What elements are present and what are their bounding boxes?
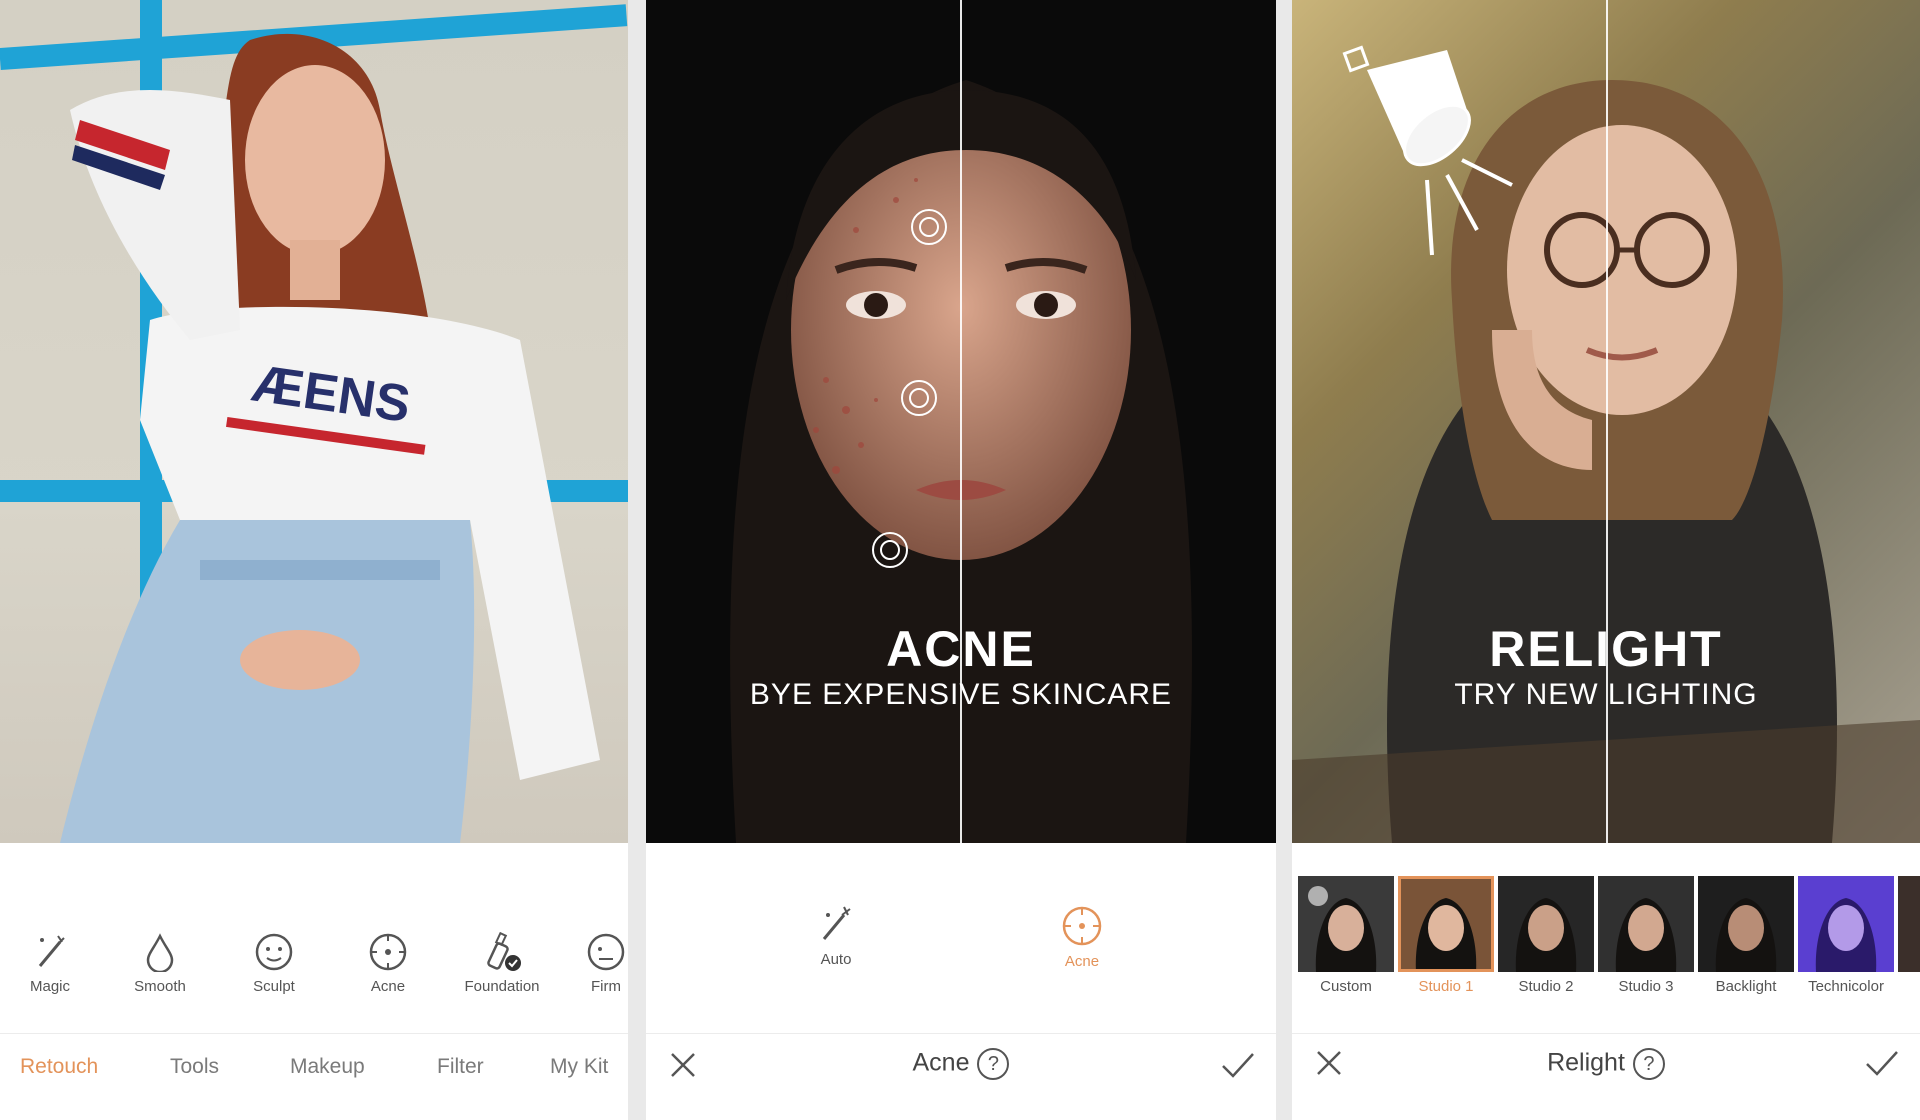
filter-technicolor[interactable]: Technicolor	[1798, 876, 1894, 995]
filter-backlight[interactable]: Backlight	[1698, 876, 1794, 995]
tool-magic[interactable]: Magic	[0, 932, 100, 995]
tab-makeup[interactable]: Makeup	[290, 1055, 365, 1079]
retouch-photo: ÆENS	[0, 0, 628, 843]
divider	[646, 1033, 1276, 1034]
magic-wand-icon	[38, 935, 65, 967]
filter-thumbnail	[1598, 876, 1694, 972]
tool-title: Acne	[912, 1048, 970, 1077]
checkmark-icon[interactable]	[1864, 1048, 1900, 1078]
checkmark-icon[interactable]	[1220, 1050, 1256, 1080]
acne-spot-marker	[872, 532, 908, 568]
filter-thumbnail	[1298, 876, 1394, 972]
filter-thumbnail	[1398, 876, 1494, 972]
promo-subheadline: TRY NEW LIGHTING	[1454, 678, 1758, 711]
before-after-divider[interactable]	[1606, 0, 1608, 843]
acne-photo: ACNE BYE EXPENSIVE SKINCARE	[646, 0, 1276, 843]
tool-acne[interactable]: Acne	[338, 932, 438, 995]
tool-label: Acne	[370, 978, 406, 995]
relight-photo: RELIGHT TRY NEW LIGHTING	[1292, 0, 1920, 843]
tool-label: Firm	[591, 978, 621, 995]
magic-wand-icon	[822, 906, 851, 940]
mode-label: Auto	[820, 951, 852, 968]
filter-label: Backlight	[1715, 978, 1777, 995]
filter-thumbnail	[1698, 876, 1794, 972]
filter-label: Studio 1	[1418, 978, 1474, 995]
filter-label: Studio 3	[1618, 978, 1674, 995]
acne-spot-marker	[901, 380, 937, 416]
tab-my-kit[interactable]: My Kit	[550, 1055, 608, 1079]
help-icon[interactable]: ?	[1632, 1048, 1665, 1080]
droplet-icon	[146, 933, 174, 972]
filter-thumbnail-partial[interactable]	[1898, 876, 1920, 972]
filter-studio-1[interactable]: Studio 1	[1398, 876, 1494, 995]
mode-label: Acne	[1064, 953, 1100, 970]
lamp-icon	[1342, 45, 1513, 256]
tool-firm[interactable]: Firm	[566, 932, 628, 995]
foundation-bottle-icon	[487, 932, 521, 971]
acne-target-icon	[369, 933, 407, 971]
tool-sculpt[interactable]: Sculpt	[224, 932, 324, 995]
filter-label: Technicolor	[1808, 978, 1884, 995]
face-icon	[255, 933, 293, 971]
mode-acne[interactable]: Acne	[1032, 905, 1132, 970]
divider	[1292, 1033, 1920, 1034]
tool-title: Relight	[1547, 1048, 1625, 1077]
acne-spot-marker	[911, 209, 947, 245]
retouch-panel: ÆENS Magic Smooth Sculpt Acne Foundation…	[0, 0, 628, 1120]
before-after-divider[interactable]	[960, 0, 962, 843]
tool-foundation[interactable]: Foundation	[452, 932, 552, 995]
promo-subheadline: BYE EXPENSIVE SKINCARE	[749, 678, 1173, 711]
acne-panel: ACNE BYE EXPENSIVE SKINCARE Auto Acne Ac…	[646, 0, 1276, 1120]
filter-label: Studio 2	[1518, 978, 1574, 995]
woman-illustration: ÆENS	[60, 33, 600, 843]
mode-auto[interactable]: Auto	[786, 905, 886, 968]
action-bar-title: Acne?	[646, 1048, 1276, 1080]
filter-studio-2[interactable]: Studio 2	[1498, 876, 1594, 995]
tool-label: Smooth	[134, 978, 186, 995]
promo-headline: ACNE	[886, 621, 1036, 677]
filter-studio-3[interactable]: Studio 3	[1598, 876, 1694, 995]
filter-thumbnail	[1498, 876, 1594, 972]
tool-smooth[interactable]: Smooth	[110, 932, 210, 995]
tab-filter[interactable]: Filter	[437, 1055, 484, 1079]
filter-thumbnail	[1798, 876, 1894, 972]
tab-retouch[interactable]: Retouch	[20, 1055, 98, 1079]
acne-target-icon	[1062, 906, 1102, 946]
firm-face-icon	[587, 933, 625, 971]
tab-tools[interactable]: Tools	[170, 1055, 219, 1079]
filter-custom[interactable]: Custom	[1298, 876, 1394, 995]
divider	[0, 1033, 628, 1034]
help-icon[interactable]: ?	[977, 1048, 1010, 1080]
relight-panel: RELIGHT TRY NEW LIGHTING Custom Studio 1…	[1292, 0, 1920, 1120]
promo-headline: RELIGHT	[1489, 621, 1723, 677]
tool-label: Sculpt	[253, 978, 295, 995]
tool-label: Magic	[29, 978, 70, 995]
action-bar-title: Relight?	[1292, 1048, 1920, 1080]
filter-label: Custom	[1320, 978, 1372, 995]
tool-label: Foundation	[464, 978, 540, 995]
